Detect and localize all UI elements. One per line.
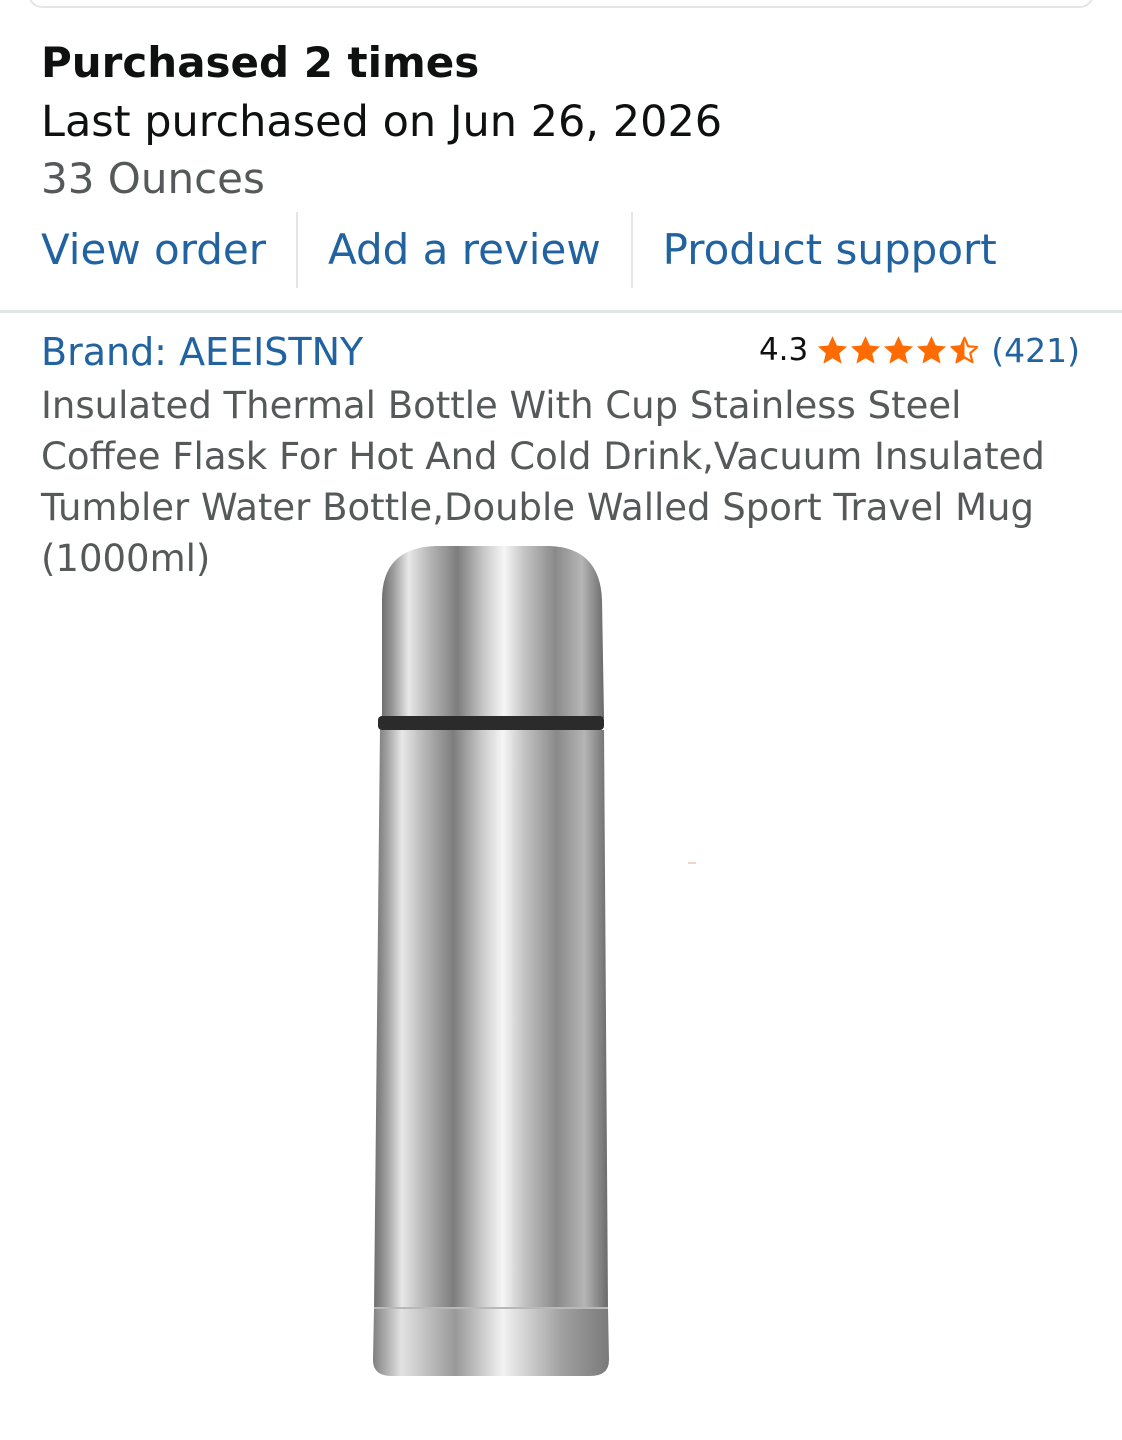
- star-full-icon: [884, 335, 914, 364]
- star-rating: [816, 334, 981, 367]
- image-artifact: [688, 862, 696, 864]
- action-separator: [630, 212, 633, 288]
- view-order-link[interactable]: View order: [41, 212, 266, 288]
- star-full-icon: [851, 335, 881, 364]
- review-count-link[interactable]: (421): [991, 331, 1080, 370]
- product-size: 33 Ounces: [41, 154, 265, 203]
- brand-link[interactable]: Brand: AEEISTNY: [41, 328, 363, 376]
- thermos-bottle-image[interactable]: [360, 540, 620, 1385]
- product-header: Brand: AEEISTNY 4.3 (421): [41, 328, 1080, 376]
- action-separator: [296, 212, 299, 288]
- add-review-link[interactable]: Add a review: [328, 212, 601, 288]
- purchase-info: Purchased 2 times Last purchased on Jun …: [41, 38, 1082, 208]
- purchase-count: Purchased 2 times: [41, 38, 480, 87]
- section-divider: [0, 310, 1122, 313]
- last-purchased-date: Last purchased on Jun 26, 2026: [41, 97, 723, 147]
- star-full-icon: [818, 335, 848, 364]
- previous-card-edge: [28, 0, 1094, 8]
- product-support-link[interactable]: Product support: [663, 212, 997, 288]
- order-actions: View order Add a review Product support: [0, 212, 1122, 288]
- star-full-icon: [917, 335, 947, 364]
- rating-value: 4.3: [758, 332, 809, 368]
- star-half-icon: [950, 335, 979, 364]
- rating-summary[interactable]: 4.3 (421): [759, 328, 1080, 372]
